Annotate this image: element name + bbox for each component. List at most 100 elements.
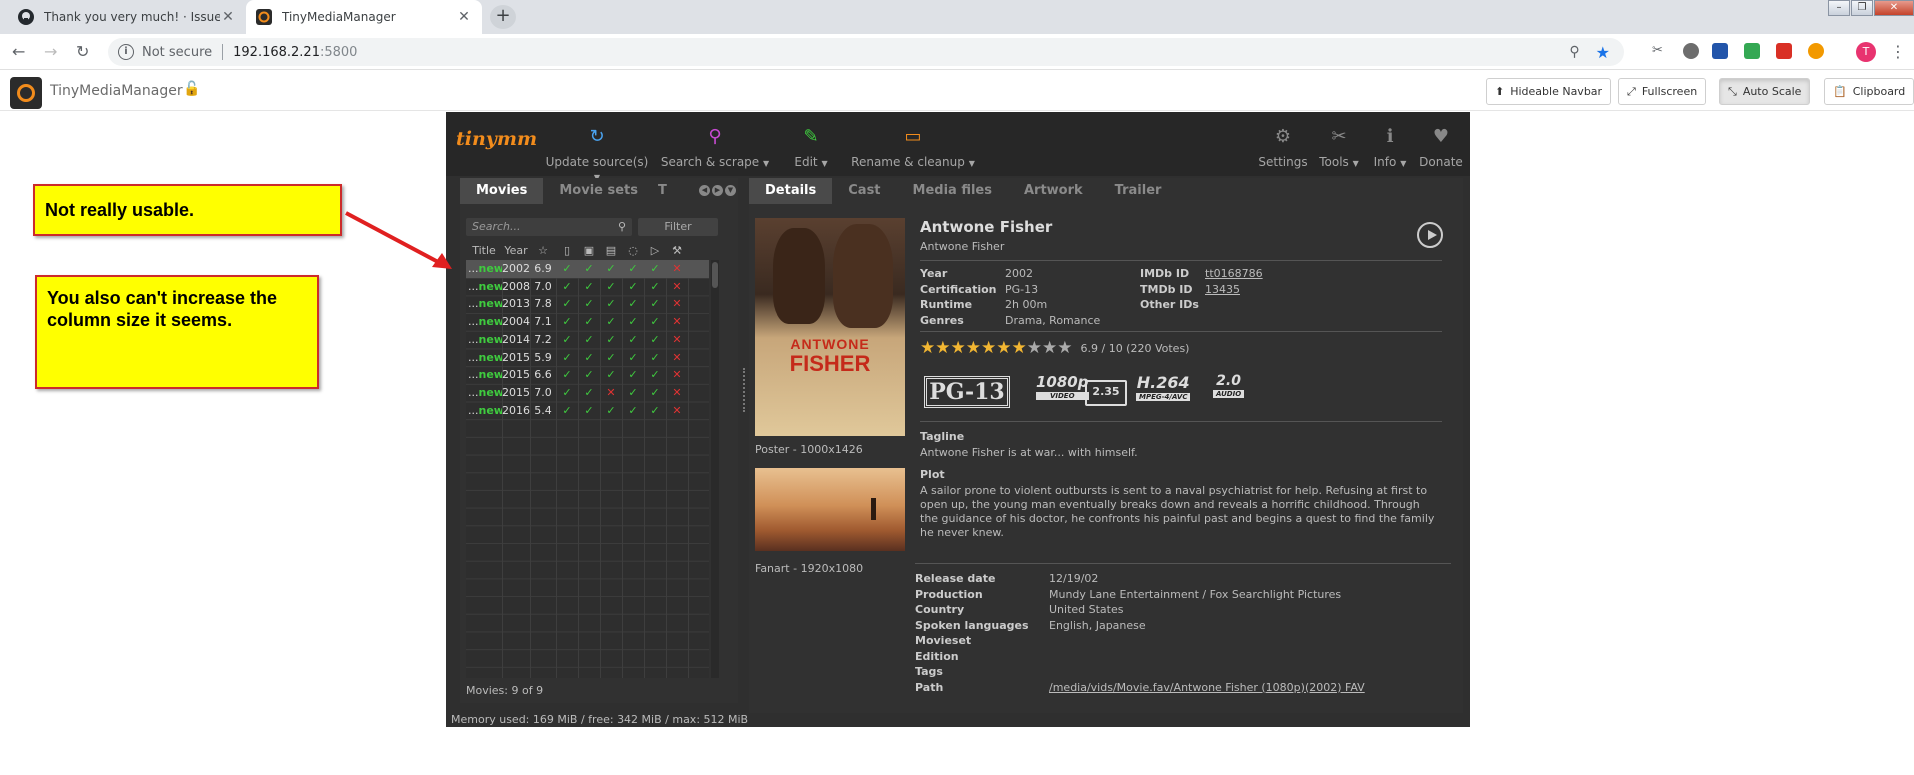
browser-tab-github[interactable]: Thank you very much! · Issue #9 ✕ <box>8 0 246 34</box>
donate-button[interactable]: ♥ Donate <box>1418 126 1464 169</box>
cell-rating: 7.1 <box>534 315 552 329</box>
tmm-app-window: tinymm ↻ Update source(s) ▼ ⚲ Search & s… <box>446 112 1470 727</box>
tab-trailer[interactable]: Trailer <box>1099 178 1178 204</box>
cross-icon: ✕ <box>672 315 682 329</box>
tab-media-files[interactable]: Media files <box>897 178 1008 204</box>
check-icon: ✓ <box>562 350 572 364</box>
search-scrape-button[interactable]: ⚲ Search & scrape ▼ <box>660 126 770 169</box>
minimize-icon[interactable]: – <box>1828 0 1850 16</box>
tab-scroll-left-icon[interactable]: ◀ <box>699 185 710 196</box>
address-bar[interactable]: i Not secure 192.168.2.21:5800 ⚲ ★ <box>108 38 1624 66</box>
check-icon: ✓ <box>584 279 594 293</box>
button-label: Fullscreen <box>1641 85 1698 98</box>
update-sources-button[interactable]: ↻ Update source(s) ▼ <box>542 126 652 183</box>
close-tab-icon[interactable]: ✕ <box>220 9 236 25</box>
cell-year: 2014 <box>502 332 530 346</box>
table-row[interactable]: ...new 2015 6.6 ✓ ✓ ✓ ✓ ✓ ✕ <box>466 366 709 384</box>
menu-kebab-icon[interactable]: ⋮ <box>1890 42 1906 61</box>
tab-movies[interactable]: Movies <box>460 178 544 204</box>
table-row[interactable]: ...new 2015 5.9 ✓ ✓ ✓ ✓ ✓ ✕ <box>466 349 709 367</box>
tab-scroll-right-icon[interactable]: ▶ <box>712 185 723 196</box>
auto-scale-button[interactable]: ⤡ Auto Scale <box>1719 78 1811 105</box>
tab-movie-sets[interactable]: Movie sets <box>543 178 654 204</box>
table-row[interactable]: ...new 2008 7.0 ✓ ✓ ✓ ✓ ✓ ✕ <box>466 278 709 296</box>
cell-new-badge: new <box>478 262 503 275</box>
forward-arrow-icon[interactable]: → <box>44 42 57 61</box>
table-row[interactable]: ...new 2004 7.1 ✓ ✓ ✓ ✓ ✓ ✕ <box>466 313 709 331</box>
cell-title: ...new <box>466 278 502 296</box>
nfo-icon[interactable]: ▯ <box>556 242 578 260</box>
info-button[interactable]: ℹ Info ▼ <box>1370 126 1410 169</box>
audio-logo: 2.0 AUDIO <box>1213 373 1245 398</box>
extension-google-icon[interactable] <box>1744 43 1760 59</box>
cell-year: 2008 <box>502 279 530 293</box>
tab-list-icon[interactable]: ▼ <box>725 185 736 196</box>
edit-button[interactable]: ✎ Edit ▼ <box>786 126 836 169</box>
check-icon: ✓ <box>606 297 616 311</box>
reload-icon[interactable]: ↻ <box>76 42 89 61</box>
column-title-header[interactable]: Title <box>466 242 502 260</box>
table-row[interactable]: ...new 2016 5.4 ✓ ✓ ✓ ✓ ✓ ✕ <box>466 402 709 420</box>
clipboard-button[interactable]: 📋 Clipboard <box>1824 78 1914 105</box>
extension-circle-icon[interactable] <box>1683 43 1699 59</box>
check-icon: ✓ <box>562 297 572 311</box>
check-icon: ✓ <box>606 368 616 382</box>
star-icon[interactable]: ☆ <box>530 242 556 260</box>
tools-button[interactable]: ✂ Tools ▼ <box>1316 126 1362 169</box>
tab-artwork[interactable]: Artwork <box>1008 178 1099 204</box>
cell-new-badge: new <box>478 350 503 364</box>
cell-rating: 6.9 <box>534 262 552 275</box>
wrench-icon[interactable]: ⚒ <box>666 242 688 260</box>
annotation-arrow <box>345 211 452 269</box>
heart-icon: ♥ <box>1432 126 1450 147</box>
poster-image[interactable]: ANTWONE FISHER <box>755 218 905 436</box>
cell-new-badge: new <box>478 279 503 293</box>
new-tab-button[interactable]: + <box>490 5 516 29</box>
genres-value: Drama, Romance <box>1005 313 1101 327</box>
plot-value: A sailor prone to violent outbursts is s… <box>920 484 1435 539</box>
subtitle-icon[interactable]: ◌ <box>622 242 644 260</box>
play-trailer-button[interactable] <box>1417 222 1443 248</box>
certification-label: Certification <box>920 282 997 296</box>
extension-scissors-icon[interactable]: ✂ <box>1652 43 1668 59</box>
cell-rating: 7.8 <box>534 297 552 311</box>
imdb-link[interactable]: tt0168786 <box>1205 267 1263 280</box>
tmdb-link[interactable]: 13435 <box>1205 283 1240 296</box>
play-icon[interactable]: ▷ <box>644 242 666 260</box>
table-scrollbar[interactable] <box>711 260 719 678</box>
settings-button[interactable]: ⚙ Settings <box>1258 126 1308 169</box>
tab-cast[interactable]: Cast <box>832 178 896 204</box>
profile-avatar[interactable]: T <box>1856 42 1876 62</box>
close-window-icon[interactable]: ✕ <box>1874 0 1914 16</box>
cell-title: ...new <box>466 402 502 420</box>
column-year-header[interactable]: Year <box>502 242 530 260</box>
extension-star-icon[interactable] <box>1808 43 1824 59</box>
bookmark-star-icon[interactable]: ★ <box>1596 43 1610 62</box>
check-icon: ✓ <box>628 403 638 417</box>
table-row[interactable]: ...new 2013 7.8 ✓ ✓ ✓ ✓ ✓ ✕ <box>466 295 709 313</box>
table-row[interactable]: ...new 2015 7.0 ✓ ✓ ✕ ✓ ✓ ✕ <box>466 384 709 402</box>
zoom-icon[interactable]: ⚲ <box>1569 44 1579 60</box>
fanart-image[interactable] <box>755 468 905 551</box>
tab-truncated[interactable]: T <box>654 178 671 204</box>
divider <box>915 563 1451 564</box>
info-icon[interactable]: i <box>118 44 134 60</box>
images-icon[interactable]: ▣ <box>578 242 600 260</box>
search-input[interactable]: Search... ⚲ <box>466 218 632 236</box>
table-row[interactable]: ...new 2002 6.9 ✓ ✓ ✓ ✓ ✓ ✕ <box>466 260 709 278</box>
extension-shield-icon[interactable] <box>1712 43 1728 59</box>
tab-details[interactable]: Details <box>749 178 833 204</box>
film-icon[interactable]: ▤ <box>600 242 622 260</box>
filter-button[interactable]: Filter <box>638 218 718 236</box>
hideable-navbar-button[interactable]: ⬆ Hideable Navbar <box>1486 78 1612 105</box>
path-link[interactable]: /media/vids/Movie.fav/Antwone Fisher (10… <box>1049 681 1365 694</box>
back-arrow-icon[interactable]: ← <box>12 42 25 61</box>
extension-pin-icon[interactable] <box>1776 43 1792 59</box>
browser-tab-tinymediamanager[interactable]: TinyMediaManager ✕ <box>246 0 482 34</box>
table-row[interactable]: ...new 2014 7.2 ✓ ✓ ✓ ✓ ✓ ✕ <box>466 331 709 349</box>
cross-icon: ✕ <box>672 297 682 311</box>
rename-cleanup-button[interactable]: ▭ Rename & cleanup ▼ <box>850 126 976 169</box>
close-tab-icon[interactable]: ✕ <box>456 9 472 25</box>
fullscreen-button[interactable]: ⤢ Fullscreen <box>1618 78 1707 105</box>
restore-icon[interactable]: ❐ <box>1851 0 1873 16</box>
